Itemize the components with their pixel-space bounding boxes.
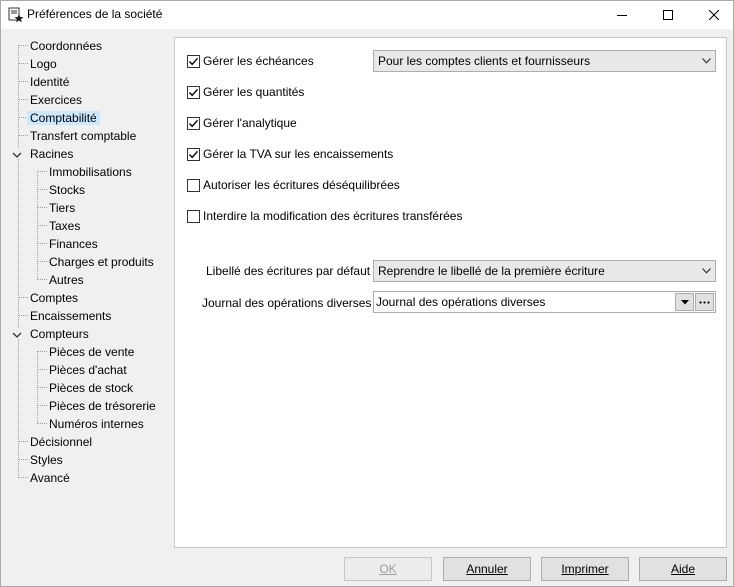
tree-item-transfert-comptable[interactable]: Transfert comptable	[27, 127, 139, 145]
ellipsis-icon	[699, 300, 710, 304]
tree-item-taxes[interactable]: Taxes	[46, 217, 83, 235]
tree-item-numeros-internes[interactable]: Numéros internes	[46, 415, 147, 433]
libelle-dropdown[interactable]: Reprendre le libellé de la première écri…	[373, 260, 716, 282]
tree-item-decisionnel[interactable]: Décisionnel	[27, 433, 95, 451]
close-icon	[709, 10, 719, 20]
checkmark-icon	[188, 88, 199, 96]
tree-item-logo[interactable]: Logo	[27, 55, 60, 73]
tree-item-racines[interactable]: Racines	[27, 145, 76, 163]
tree-item-pieces-de-vente[interactable]: Pièces de vente	[46, 343, 137, 361]
checkbox-checked[interactable]	[187, 85, 200, 99]
journal-dropdown-button[interactable]	[675, 293, 694, 311]
option-gerer-tva[interactable]: Gérer la TVA sur les encaissements	[187, 146, 393, 162]
close-button[interactable]	[691, 1, 734, 29]
tree-item-finances[interactable]: Finances	[46, 235, 101, 253]
triangle-down-icon	[680, 299, 689, 304]
tree-item-tiers[interactable]: Tiers	[46, 199, 78, 217]
aide-button[interactable]: Aide	[639, 557, 727, 581]
checkbox-checked[interactable]	[187, 54, 200, 68]
option-gerer-quantites[interactable]: Gérer les quantités	[187, 84, 304, 100]
tree-item-compteurs[interactable]: Compteurs	[27, 325, 92, 343]
annuler-button[interactable]: Annuler	[443, 557, 531, 581]
journal-browse-button[interactable]	[695, 293, 714, 311]
minimize-button[interactable]	[599, 1, 645, 29]
minimize-icon	[617, 15, 627, 16]
option-autoriser-desequilibrees[interactable]: Autoriser les écritures déséquilibrées	[187, 177, 400, 193]
tree-item-autres[interactable]: Autres	[46, 271, 87, 289]
libelle-label: Libellé des écritures par défaut	[206, 264, 371, 278]
checkbox-checked[interactable]	[187, 116, 200, 130]
settings-star-icon	[8, 7, 24, 23]
checkmark-icon	[188, 150, 199, 158]
echeances-dropdown[interactable]: Pour les comptes clients et fournisseurs	[373, 50, 716, 72]
chevron-down-icon[interactable]	[12, 329, 22, 339]
checkmark-icon	[188, 57, 199, 65]
journal-label: Journal des opérations diverses	[202, 296, 372, 310]
checkbox-unchecked[interactable]	[187, 178, 200, 192]
option-gerer-analytique[interactable]: Gérer l'analytique	[187, 115, 297, 131]
journal-field[interactable]: Journal des opérations diverses	[373, 291, 716, 313]
tree-item-charges-et-produits[interactable]: Charges et produits	[46, 253, 157, 271]
chevron-down-icon	[697, 261, 715, 281]
tree-connector	[18, 45, 19, 478]
tree-item-exercices[interactable]: Exercices	[27, 91, 85, 109]
tree-item-styles[interactable]: Styles	[27, 451, 66, 469]
window-title: Préférences de la société	[27, 7, 163, 21]
tree-item-identite[interactable]: Identité	[27, 73, 72, 91]
maximize-button[interactable]	[645, 1, 691, 29]
checkmark-icon	[188, 119, 199, 127]
checkbox-unchecked[interactable]	[187, 209, 200, 223]
comptabilite-panel: Gérer les échéances Pour les comptes cli…	[174, 37, 727, 548]
checkbox-checked[interactable]	[187, 147, 200, 161]
tree-item-immobilisations[interactable]: Immobilisations	[46, 163, 135, 181]
maximize-icon	[663, 10, 673, 20]
imprimer-button[interactable]: Imprimer	[541, 557, 629, 581]
tree-item-pieces-de-tresorerie[interactable]: Pièces de trésorerie	[46, 397, 159, 415]
tree-item-stocks[interactable]: Stocks	[46, 181, 88, 199]
preferences-window: Préférences de la société Coordonnées Lo…	[0, 0, 734, 587]
tree-item-pieces-de-stock[interactable]: Pièces de stock	[46, 379, 136, 397]
chevron-down-icon[interactable]	[12, 149, 22, 159]
tree-item-avance[interactable]: Avancé	[27, 469, 73, 487]
tree-item-comptabilite[interactable]: Comptabilité	[27, 109, 100, 127]
tree-item-coordonnees[interactable]: Coordonnées	[27, 37, 105, 55]
option-gerer-echeances[interactable]: Gérer les échéances	[187, 53, 314, 69]
tree-item-pieces-d-achat[interactable]: Pièces d'achat	[46, 361, 130, 379]
tree-item-encaissements[interactable]: Encaissements	[27, 307, 114, 325]
chevron-down-icon	[697, 51, 715, 71]
tree-item-comptes[interactable]: Comptes	[27, 289, 81, 307]
ok-button[interactable]: OK	[344, 557, 432, 581]
option-interdire-modification[interactable]: Interdire la modification des écritures …	[187, 208, 462, 224]
title-bar: Préférences de la société	[1, 1, 733, 29]
category-tree[interactable]: Coordonnées Logo Identité Exercices Comp…	[1, 35, 171, 555]
